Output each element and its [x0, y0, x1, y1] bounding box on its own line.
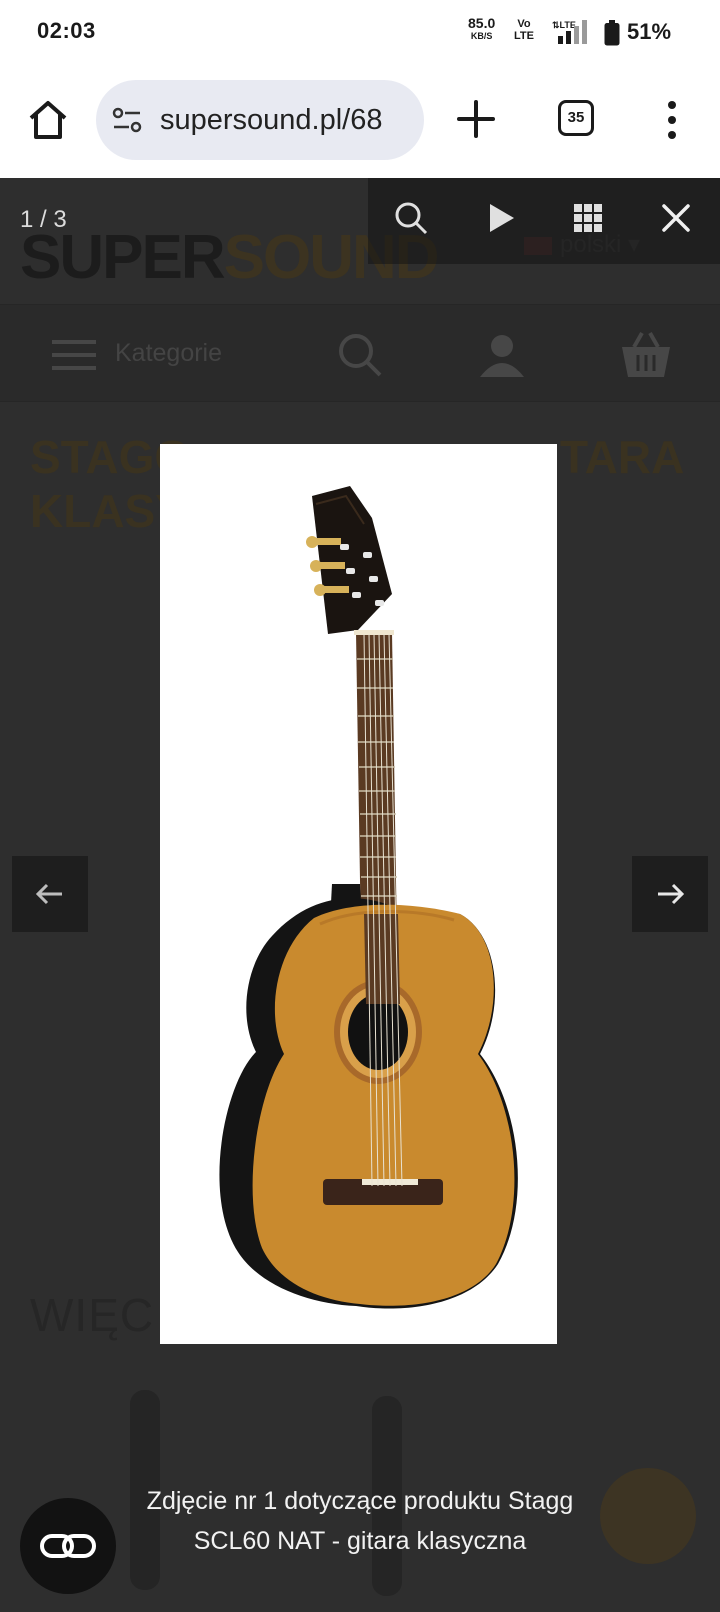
close-icon[interactable]	[656, 198, 696, 238]
previous-image-button[interactable]	[12, 856, 88, 932]
product-title-bg-right: TARA	[560, 431, 685, 483]
site-navbar: Kategorie	[0, 304, 720, 402]
assistant-button[interactable]	[20, 1498, 116, 1594]
svg-text:⇅LTE: ⇅LTE	[552, 20, 576, 30]
user-icon	[480, 335, 524, 377]
arrow-right-icon	[658, 883, 685, 905]
battery-percent: 51%	[627, 19, 672, 44]
volte-line2: LTE	[514, 30, 534, 42]
volte-indicator: Vo LTE	[514, 18, 534, 42]
status-bar: 02:03 85.0 KB/S Vo LTE ⇅LTE 51%	[0, 0, 720, 64]
categories-label: Kategorie	[115, 339, 223, 367]
tab-switcher-button[interactable]: 35	[558, 100, 594, 136]
url-bar[interactable]: supersound.pl/68	[96, 80, 424, 160]
network-speed-value: 85.0	[468, 15, 496, 31]
arrow-left-icon	[35, 883, 62, 905]
hamburger-icon	[52, 340, 96, 370]
battery-icon	[604, 20, 620, 46]
play-icon[interactable]	[480, 198, 520, 238]
zoom-search-icon[interactable]	[391, 198, 431, 238]
chat-button-bg	[600, 1468, 696, 1564]
volte-line1: Vo	[517, 18, 531, 30]
network-speed: 85.0 KB/S	[468, 15, 496, 43]
home-icon[interactable]	[26, 98, 70, 142]
link-icon	[40, 1534, 96, 1558]
url-text[interactable]: supersound.pl/68	[160, 104, 383, 137]
next-image-button[interactable]	[632, 856, 708, 932]
network-speed-unit: KB/S	[470, 31, 493, 41]
browser-toolbar: supersound.pl/68 35	[0, 64, 720, 178]
product-image[interactable]	[160, 444, 557, 1344]
grid-icon[interactable]	[568, 198, 608, 238]
image-caption: Zdjęcie nr 1 dotyczące produktu Stagg SC…	[146, 1487, 574, 1555]
new-tab-icon[interactable]	[455, 98, 497, 140]
image-counter: 1 / 3	[20, 206, 67, 233]
cart-icon	[622, 332, 670, 377]
status-time: 02:03	[37, 18, 96, 43]
site-settings-icon[interactable]	[112, 106, 142, 134]
guitar-image	[219, 486, 518, 1309]
more-menu-icon[interactable]	[662, 98, 682, 142]
more-products-heading: WIĘC	[30, 1289, 155, 1341]
signal-icon: ⇅LTE	[552, 20, 587, 44]
search-icon	[339, 334, 382, 377]
